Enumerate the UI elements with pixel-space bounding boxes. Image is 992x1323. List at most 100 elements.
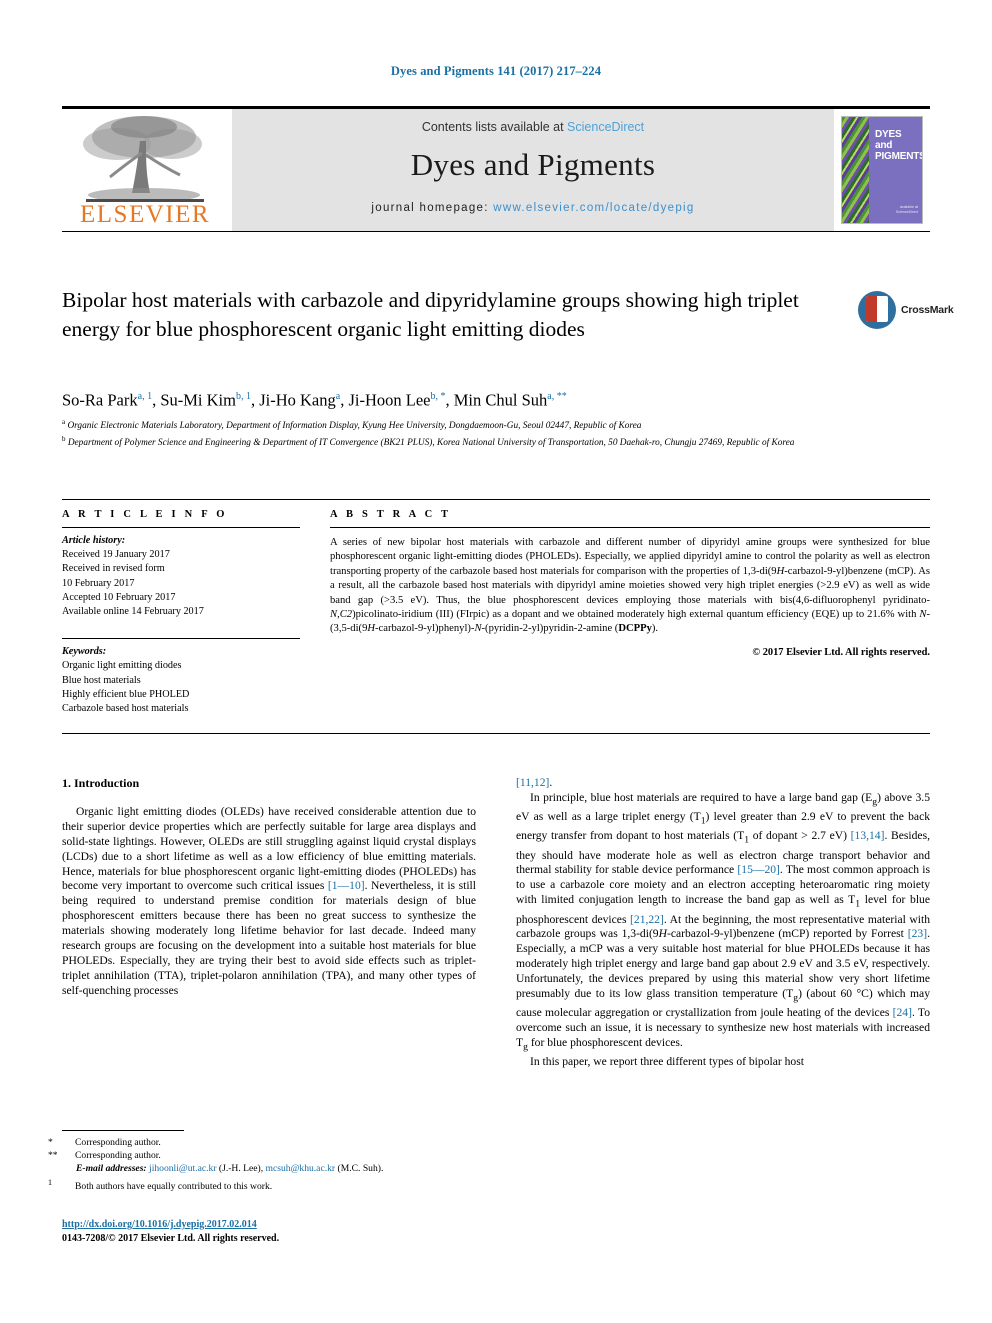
affiliation-mark: a bbox=[62, 418, 66, 426]
footnote-mark: * bbox=[48, 1137, 53, 1148]
keyword-item: Organic light emitting diodes bbox=[62, 660, 182, 672]
footnote-mark: 1 bbox=[48, 1177, 52, 1187]
author-name[interactable]: Ji-Hoon Lee bbox=[348, 391, 430, 410]
author-name[interactable]: Min Chul Suh bbox=[454, 391, 548, 410]
citation-link[interactable]: [1—10] bbox=[328, 879, 365, 892]
abstract-italic: H bbox=[367, 623, 376, 635]
keywords-block: Keywords: Organic light emitting diodes … bbox=[62, 638, 300, 716]
journal-cover-area: DYES and PIGMENTS available at ScienceDirec… bbox=[834, 109, 930, 231]
body-paragraph: In principle, blue host materials are re… bbox=[516, 790, 931, 1053]
crossmark-label: CrossMark bbox=[901, 304, 954, 316]
masthead-center: Contents lists available at ScienceDirec… bbox=[232, 109, 834, 231]
footnote-rule bbox=[62, 1130, 184, 1131]
history-item: 10 February 2017 bbox=[62, 577, 135, 589]
section-headings-row: A R T I C L E I N F O A B S T R A C T bbox=[62, 509, 930, 520]
elsevier-wordmark: ELSEVIER bbox=[80, 201, 211, 228]
article-info-heading: A R T I C L E I N F O bbox=[62, 509, 228, 520]
affiliation-item: b Department of Polymer Science and Engi… bbox=[62, 433, 940, 450]
abstract-text: A series of new bipolar host materials w… bbox=[330, 536, 930, 637]
journal-article-page: Dyes and Pigments 141 (2017) 217–224 ELS… bbox=[0, 0, 992, 1323]
body-paragraph: Organic light emitting diodes (OLEDs) ha… bbox=[62, 804, 477, 997]
footnote-block: * Corresponding author. ** Corresponding a… bbox=[48, 1130, 476, 1193]
footnote-corresponding-2: ** Corresponding author. bbox=[48, 1149, 476, 1162]
keywords-label: Keywords: bbox=[62, 646, 107, 658]
affiliation-mark: b bbox=[62, 434, 66, 443]
affiliation-text: Department of Polymer Science and Engine… bbox=[67, 437, 795, 448]
section-divider-body bbox=[62, 733, 930, 734]
author-affil-mark: a, ** bbox=[547, 391, 567, 402]
author-name[interactable]: So-Ra Park bbox=[62, 391, 138, 410]
footnote-text: Corresponding author. bbox=[75, 1150, 161, 1162]
abstract-heading: A B S T R A C T bbox=[330, 509, 452, 520]
journal-cover-thumbnail: DYES and PIGMENTS available at ScienceDirec… bbox=[841, 116, 923, 224]
author-name[interactable]: Ji-Ho Kang bbox=[259, 391, 336, 410]
affiliation-list: a Organic Electronic Materials Laborator… bbox=[62, 416, 940, 449]
keyword-item: Highly efficient blue PHOLED bbox=[62, 688, 190, 700]
issn-copyright-line: 0143-7208/© 2017 Elsevier Ltd. All right… bbox=[62, 1233, 280, 1244]
affiliation-text: Organic Electronic Materials Laboratory,… bbox=[67, 421, 642, 432]
elsevier-tree-icon bbox=[83, 116, 204, 202]
citation-link[interactable]: [24] bbox=[893, 1006, 912, 1019]
contents-prefix: Contents lists available at bbox=[421, 120, 568, 134]
contents-available-line: Contents lists available at ScienceDirec… bbox=[232, 120, 834, 134]
copyright-line: © 2017 Elsevier Ltd. All rights reserved… bbox=[752, 646, 930, 658]
doi-link[interactable]: http://dx.doi.org/10.1016/j.dyepig.2017.… bbox=[62, 1218, 562, 1232]
abstract-italic: C2 bbox=[339, 609, 353, 621]
footnote-text: Both authors have equally contributed to… bbox=[75, 1180, 273, 1192]
abstract-rule bbox=[330, 527, 930, 528]
author-affil-mark: b, 1 bbox=[235, 391, 251, 402]
journal-title: Dyes and Pigments bbox=[410, 147, 656, 182]
footnote-mark: ** bbox=[48, 1150, 58, 1162]
cover-art-strip bbox=[842, 117, 869, 223]
author-name[interactable]: Su-Mi Kim bbox=[160, 391, 236, 410]
history-item: Accepted 10 February 2017 bbox=[62, 591, 176, 603]
author-affil-mark: b, * bbox=[430, 391, 446, 402]
citation-link[interactable]: [15—20] bbox=[737, 863, 780, 876]
abstract-part: -carbazol-9-yl)phenyl)- bbox=[375, 623, 475, 635]
abstract-part: )picolinato-iridium (III) (FIrpic) as a … bbox=[352, 609, 920, 621]
section-heading-introduction: 1. Introduction bbox=[62, 776, 140, 790]
body-column-left: 1. Introduction Organic light emitting d… bbox=[62, 776, 476, 999]
running-head: Dyes and Pigments 141 (2017) 217–224 bbox=[390, 64, 602, 78]
crossmark-icon bbox=[858, 291, 896, 329]
history-item: Available online 14 February 2017 bbox=[62, 606, 204, 618]
section-divider-top bbox=[62, 499, 930, 500]
email-link-suh[interactable]: mcsuh@khu.ac.kr bbox=[266, 1163, 336, 1174]
author-affil-mark: a, 1 bbox=[137, 391, 153, 402]
publisher-logo-area: ELSEVIER bbox=[62, 109, 232, 231]
elsevier-logo: ELSEVIER bbox=[72, 111, 222, 229]
cover-title: DYES and PIGMENTS bbox=[875, 129, 923, 162]
citation-link[interactable]: [11,12] bbox=[516, 776, 549, 789]
abstract-part: -(pyridin-2-yl)pyridin-2-amine ( bbox=[481, 623, 619, 635]
email-label: E-mail addresses: bbox=[76, 1163, 147, 1175]
citation-link[interactable]: [13,14] bbox=[851, 829, 885, 842]
citation-link[interactable]: [23] bbox=[908, 927, 927, 940]
keywords-rule bbox=[62, 638, 300, 640]
citation-link[interactable]: [21,22] bbox=[630, 913, 664, 926]
footnote-text: Corresponding author. bbox=[75, 1137, 161, 1148]
crossmark-badge[interactable]: CrossMark bbox=[858, 288, 954, 332]
keyword-item: Blue host materials bbox=[62, 674, 141, 686]
abstract-part: ). bbox=[651, 623, 659, 635]
article-info-rule bbox=[62, 527, 300, 528]
article-info-column: Article history: Received 19 January 201… bbox=[62, 527, 300, 716]
sciencedirect-link[interactable]: ScienceDirect bbox=[567, 120, 644, 134]
footer-doi-block: http://dx.doi.org/10.1016/j.dyepig.2017.… bbox=[62, 1218, 562, 1246]
email-link-lee[interactable]: jihoonli@ut.ac.kr bbox=[149, 1163, 216, 1174]
article-history-label: Article history: bbox=[62, 535, 126, 546]
body-column-right: [11,12]. In principle, blue host materia… bbox=[516, 776, 930, 1070]
author-affil-mark: a bbox=[335, 391, 341, 402]
abstract-bold: DCPPy bbox=[618, 623, 652, 635]
affiliation-item: a Organic Electronic Materials Laborator… bbox=[62, 416, 940, 433]
journal-homepage-link[interactable]: www.elsevier.com/locate/dyepig bbox=[493, 202, 694, 214]
author-list: So-Ra Parka, 1, Su-Mi Kimb, 1, Ji-Ho Kan… bbox=[62, 390, 567, 410]
footnote-corresponding-1: * Corresponding author. bbox=[48, 1136, 476, 1149]
abstract-column: A series of new bipolar host materials w… bbox=[330, 527, 930, 660]
abstract-italic: N bbox=[474, 623, 482, 635]
body-paragraph: In this paper, we report three different… bbox=[530, 1055, 804, 1069]
title-block: Bipolar host materials with carbazole an… bbox=[62, 286, 862, 343]
footnote-equal-contribution: 1 Both authors have equally contributed t… bbox=[48, 1176, 476, 1193]
homepage-prefix: journal homepage: bbox=[371, 202, 494, 214]
history-item: Received 19 January 2017 bbox=[62, 549, 170, 561]
keyword-item: Carbazole based host materials bbox=[62, 703, 189, 715]
